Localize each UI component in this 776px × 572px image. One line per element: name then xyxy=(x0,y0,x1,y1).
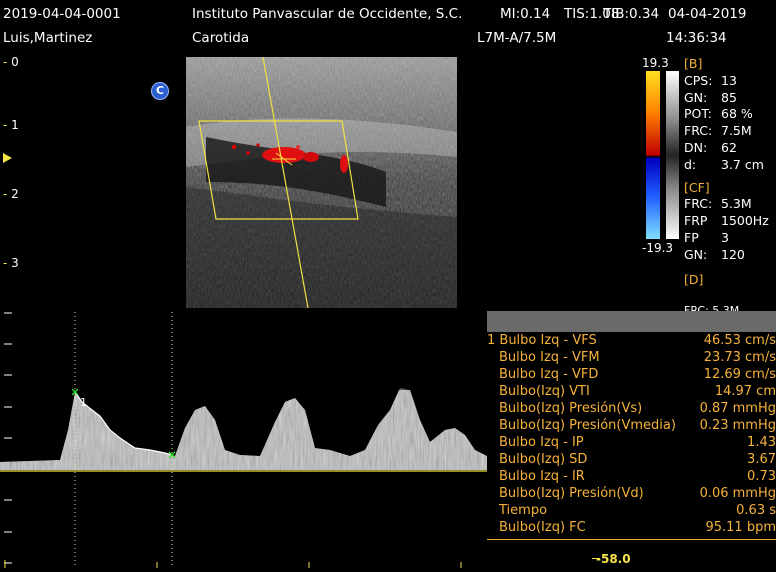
depth-tick-0: - 0 xyxy=(3,55,19,69)
color-scale-max: 19.3 xyxy=(642,56,669,70)
measurement-list[interactable]: 1 Bulbo Izq - VFS 46.53 cm/s Bulbo Izq - … xyxy=(487,332,776,536)
b-mode-header: [B] xyxy=(684,56,703,71)
study-name: Carotida xyxy=(192,30,250,46)
d-mode-header: [D] xyxy=(684,271,704,287)
measurement-row: Bulbo Izq - VFM 23.73 cm/s xyxy=(499,350,776,365)
measurement-row: Bulbo(Izq) Presión(Vd) 0.06 mmHg xyxy=(499,486,776,501)
patient-id: 2019-04-04-0001 xyxy=(3,6,121,22)
velocity-scale-ticks xyxy=(4,312,12,564)
time-scale-ticks xyxy=(4,560,462,568)
measurement-row: Bulbo Izq - IP 1.43 xyxy=(499,435,776,450)
measurement-row: Bulbo Izq - IR 0.73 xyxy=(499,469,776,484)
b-param-row: GN: 85 xyxy=(684,89,737,105)
bmode-image[interactable] xyxy=(186,57,457,308)
b-param-row: CPS: 13 xyxy=(684,72,737,88)
color-scale-min: -19.3 xyxy=(642,241,674,255)
measurement-row: Bulbo(Izq) VTI 14.97 cm xyxy=(499,384,776,399)
probe-name: L7M-A/7.5M xyxy=(477,30,557,46)
cf-mode-header: [CF] xyxy=(684,179,710,195)
measurement-row: Bulbo(Izq) FC 95.11 bpm xyxy=(499,520,776,535)
exam-date: 04-04-2019 xyxy=(668,6,747,22)
measurement-header-bar xyxy=(487,311,776,332)
depth-tick-1: - 1 xyxy=(3,118,19,132)
exam-time: 14:36:34 xyxy=(666,30,727,46)
measurement-row: Bulbo(Izq) Presión(Vs) 0.87 mmHg xyxy=(499,401,776,416)
b-param-row: DN: 62 xyxy=(684,139,737,155)
measurement-row: 1 Bulbo Izq - VFS 46.53 cm/s xyxy=(487,333,776,348)
patient-name: Luis,Martinez xyxy=(3,30,93,46)
spectral-doppler-trace[interactable] xyxy=(0,310,487,568)
cf-param-row: FRP 1500Hz xyxy=(684,213,769,229)
depth-tick-3: - 3 xyxy=(3,256,19,270)
tib-value: TIB:0.34 xyxy=(603,6,660,22)
institution-name: Instituto Panvascular de Occidente, S.C. xyxy=(192,6,463,22)
color-mode-badge: C xyxy=(151,82,169,100)
measurement-row: Bulbo Izq - VFD 12.69 cm/s xyxy=(499,367,776,382)
scale-bottom-dash xyxy=(592,558,600,559)
b-param-row: POT: 68 % xyxy=(684,106,753,122)
measurement-divider xyxy=(487,539,776,540)
color-scale-bar xyxy=(646,71,660,239)
measurement-row: Bulbo(Izq) Presión(Vmedia) 0.23 mmHg xyxy=(499,418,776,433)
cf-param-row: FP 3 xyxy=(684,229,729,245)
cf-param-row: GN: 120 xyxy=(684,246,745,262)
cf-param-row: FRC: 5.3M xyxy=(684,196,752,212)
b-param-row: d: 3.7 cm xyxy=(684,156,764,172)
b-param-row: FRC: 7.5M xyxy=(684,123,752,139)
velocity-scale-bottom: -58.0 xyxy=(596,552,631,566)
gray-scale-bar xyxy=(666,71,679,239)
mi-value: MI:0.14 xyxy=(500,6,551,22)
measurement-row: Tiempo 0.63 s xyxy=(499,503,776,518)
focus-marker-icon[interactable] xyxy=(3,153,12,163)
parameter-panel: [B] CPS: 13 GN: 85 POT: 68 % FRC: 7.5M DN: 62… xyxy=(684,56,769,288)
measurement-row: Bulbo(Izq) SD 3.67 xyxy=(499,452,776,467)
cursor-label: 1 xyxy=(80,396,87,409)
depth-tick-2: - 2 xyxy=(3,187,19,201)
doppler-spectrum xyxy=(0,312,487,568)
carotid-bmode-view xyxy=(186,57,457,308)
